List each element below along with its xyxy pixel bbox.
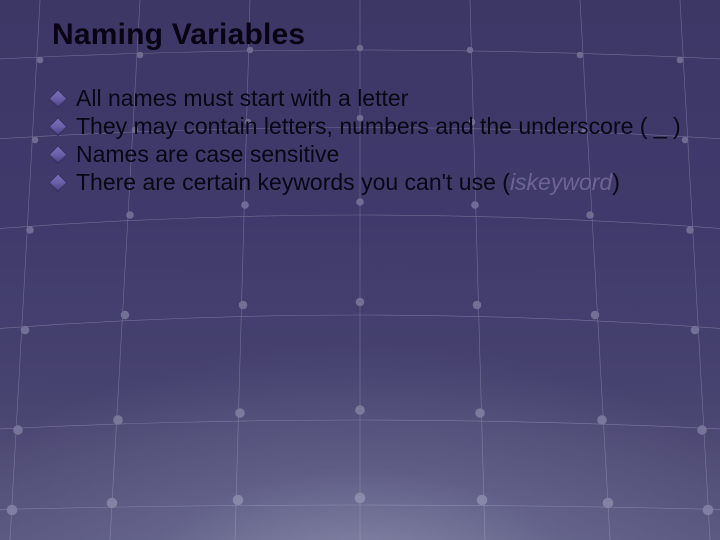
bullet-text: They may contain letters, numbers and th… bbox=[76, 113, 681, 139]
slide: Naming Variables All names must start wi… bbox=[0, 0, 720, 540]
bullet-list: All names must start with a letter They … bbox=[52, 84, 682, 196]
slide-title: Naming Variables bbox=[52, 18, 682, 52]
bullet-text: ) bbox=[612, 169, 620, 195]
keyword-text: iskeyword bbox=[510, 169, 612, 195]
list-item: They may contain letters, numbers and th… bbox=[52, 112, 682, 140]
bullet-text: Names are case sensitive bbox=[76, 141, 339, 167]
slide-content: Naming Variables All names must start wi… bbox=[0, 0, 720, 196]
bullet-text: There are certain keywords you can't use… bbox=[76, 169, 510, 195]
list-item: There are certain keywords you can't use… bbox=[52, 168, 682, 196]
list-item: All names must start with a letter bbox=[52, 84, 682, 112]
list-item: Names are case sensitive bbox=[52, 140, 682, 168]
bullet-text: All names must start with a letter bbox=[76, 85, 408, 111]
